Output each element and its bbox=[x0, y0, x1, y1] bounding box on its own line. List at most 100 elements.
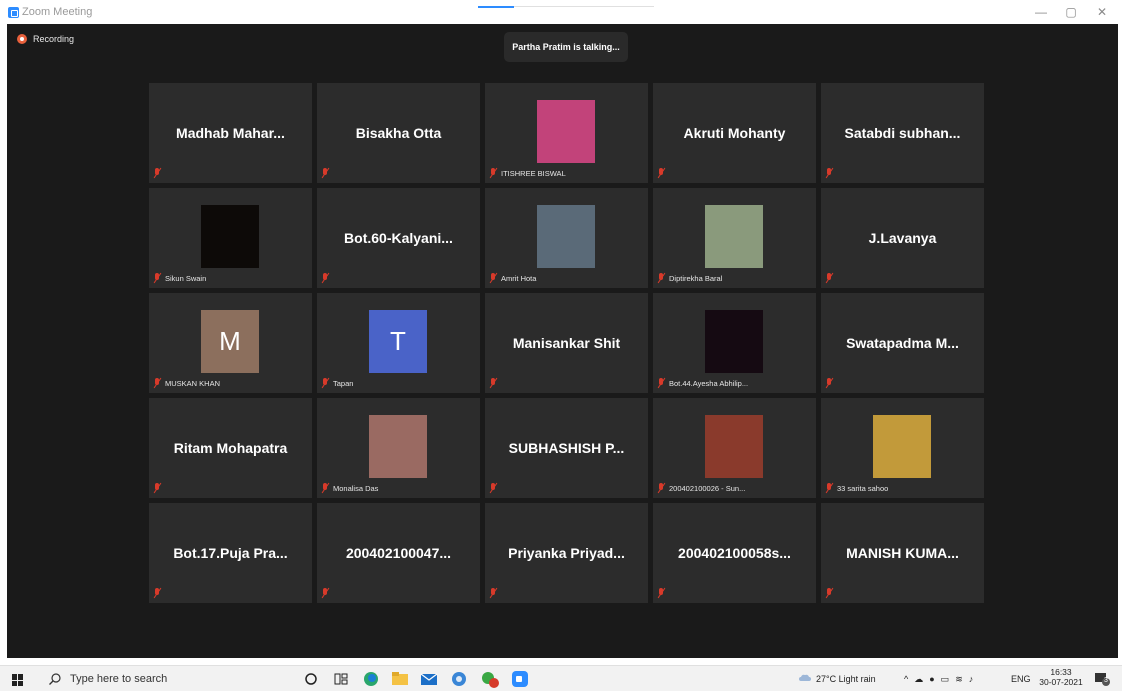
active-speaker-banner: Partha Pratim is talking... bbox=[504, 32, 628, 62]
participant-display-name: J.Lavanya bbox=[868, 230, 937, 246]
participant-caption: Diptirekha Baral bbox=[656, 273, 722, 284]
muted-microphone-icon bbox=[152, 588, 162, 599]
language-indicator[interactable]: ENG bbox=[1011, 674, 1031, 684]
zoom-icon[interactable] bbox=[511, 666, 529, 692]
volume-icon[interactable]: ♪ bbox=[969, 674, 974, 684]
participant-display-name: Satabdi subhan... bbox=[844, 125, 961, 141]
participant-display-name: 200402100047... bbox=[345, 545, 452, 561]
participant-video-thumbnail bbox=[537, 100, 595, 163]
muted-microphone-icon bbox=[488, 168, 498, 179]
participant-name-label: MUSKAN KHAN bbox=[165, 379, 221, 388]
notification-center-icon[interactable]: 3 bbox=[1094, 672, 1110, 686]
close-button[interactable]: ✕ bbox=[1092, 4, 1112, 20]
notification-count: 3 bbox=[1104, 677, 1108, 684]
wifi-icon[interactable]: ≋ bbox=[955, 674, 963, 685]
taskbar-search[interactable]: Type here to search bbox=[48, 669, 167, 689]
participant-name-label: Sikun Swain bbox=[165, 274, 207, 283]
participant-tile[interactable]: Diptirekha Baral bbox=[653, 188, 816, 288]
participant-caption bbox=[488, 588, 498, 599]
cloud-icon[interactable]: ☁ bbox=[914, 674, 923, 685]
edge-icon[interactable] bbox=[362, 666, 380, 692]
participant-caption: Tapan bbox=[320, 378, 353, 389]
participant-caption bbox=[152, 588, 162, 599]
participant-tile[interactable]: 200402100047... bbox=[317, 503, 480, 603]
battery-icon[interactable]: ▭ bbox=[941, 674, 950, 685]
participant-name-label: Bot.44.Ayesha Abhilip... bbox=[669, 379, 749, 388]
participant-tile[interactable]: T Tapan bbox=[317, 293, 480, 393]
cortana-circle-icon[interactable] bbox=[304, 666, 318, 692]
muted-microphone-icon bbox=[320, 168, 330, 179]
muted-microphone-icon bbox=[320, 483, 330, 494]
clock-time: 16:33 bbox=[1050, 667, 1072, 677]
participant-caption bbox=[320, 273, 330, 284]
participant-tile[interactable]: Bot.17.Puja Pra... bbox=[149, 503, 312, 603]
participant-tile[interactable]: Ritam Mohapatra bbox=[149, 398, 312, 498]
mail-icon[interactable] bbox=[420, 666, 438, 692]
recording-label: Recording bbox=[33, 34, 75, 44]
muted-microphone-icon bbox=[152, 168, 162, 179]
muted-microphone-icon bbox=[824, 378, 834, 389]
muted-microphone-icon bbox=[152, 483, 162, 494]
participant-tile[interactable]: Bot.60-Kalyani... bbox=[317, 188, 480, 288]
participant-tile[interactable]: Satabdi subhan... bbox=[821, 83, 984, 183]
participant-tile[interactable]: 33 sarita sahoo bbox=[821, 398, 984, 498]
participant-grid: Madhab Mahar... Bisakha Otta ITISHREE BISW… bbox=[149, 83, 984, 603]
rain-cloud-icon bbox=[799, 674, 811, 681]
meeting-view: Recording Partha Pratim is talking... Ma… bbox=[7, 24, 1118, 658]
participant-tile[interactable]: Manisankar Shit bbox=[485, 293, 648, 393]
muted-microphone-icon bbox=[488, 588, 498, 599]
search-icon bbox=[49, 673, 61, 685]
participant-display-name: MANISH KUMA... bbox=[846, 545, 959, 561]
participant-name-label: Tapan bbox=[333, 379, 354, 388]
participant-caption bbox=[656, 588, 666, 599]
muted-microphone-icon bbox=[488, 483, 498, 494]
participant-tile[interactable]: Bisakha Otta bbox=[317, 83, 480, 183]
minimize-button[interactable]: — bbox=[1031, 4, 1051, 20]
participant-tile[interactable]: Akruti Mohanty bbox=[653, 83, 816, 183]
participant-caption bbox=[656, 168, 666, 179]
chevron-up-icon[interactable]: ^ bbox=[904, 674, 908, 684]
participant-tile[interactable]: M MUSKAN KHAN bbox=[149, 293, 312, 393]
participant-caption: 33 sarita sahoo bbox=[824, 483, 888, 494]
muted-microphone-icon bbox=[656, 588, 666, 599]
muted-microphone-icon bbox=[656, 168, 666, 179]
participant-display-name: Swatapadma M... bbox=[846, 335, 959, 351]
microphone-icon[interactable]: ● bbox=[929, 674, 934, 684]
participant-tile[interactable]: MANISH KUMA... bbox=[821, 503, 984, 603]
participant-video-thumbnail bbox=[873, 415, 931, 478]
participant-name-label: 200402100026 - Sun... bbox=[669, 484, 746, 493]
restore-button[interactable]: ▢ bbox=[1061, 4, 1081, 20]
participant-name-label: Diptirekha Baral bbox=[669, 274, 723, 283]
muted-microphone-icon bbox=[824, 483, 834, 494]
chrome-icon[interactable] bbox=[450, 666, 468, 692]
participant-tile[interactable]: Amrit Hota bbox=[485, 188, 648, 288]
participant-video-thumbnail bbox=[201, 205, 259, 268]
participant-tile[interactable]: SUBHASHISH P... bbox=[485, 398, 648, 498]
participant-tile[interactable]: Monalisa Das bbox=[317, 398, 480, 498]
app-badge-icon[interactable] bbox=[480, 666, 500, 692]
participant-tile[interactable]: 200402100058s... bbox=[653, 503, 816, 603]
weather-widget[interactable]: 27°C Light rain bbox=[798, 666, 876, 692]
participant-tile[interactable]: Sikun Swain bbox=[149, 188, 312, 288]
participant-caption bbox=[824, 378, 834, 389]
participant-tile[interactable]: Bot.44.Ayesha Abhilip... bbox=[653, 293, 816, 393]
clock-date: 30-07-2021 bbox=[1039, 677, 1083, 687]
system-tray[interactable]: ^ ☁ ● ▭ ≋ ♪ bbox=[904, 666, 973, 692]
participant-tile[interactable]: Swatapadma M... bbox=[821, 293, 984, 393]
participant-tile[interactable]: J.Lavanya bbox=[821, 188, 984, 288]
participant-name-label: Amrit Hota bbox=[501, 274, 537, 283]
window-titlebar: Zoom Meeting — ▢ ✕ bbox=[0, 0, 1122, 24]
participant-tile[interactable]: ITISHREE BISWAL bbox=[485, 83, 648, 183]
participant-caption bbox=[320, 588, 330, 599]
participant-tile[interactable]: Priyanka Priyad... bbox=[485, 503, 648, 603]
clock[interactable]: 16:33 30-07-2021 bbox=[1038, 667, 1084, 687]
participant-tile[interactable]: Madhab Mahar... bbox=[149, 83, 312, 183]
participant-display-name: SUBHASHISH P... bbox=[508, 440, 625, 456]
recording-indicator[interactable]: Recording bbox=[17, 34, 74, 44]
task-view-icon[interactable] bbox=[334, 666, 348, 692]
muted-microphone-icon bbox=[656, 273, 666, 284]
muted-microphone-icon bbox=[152, 273, 162, 284]
file-explorer-icon[interactable] bbox=[391, 666, 409, 692]
start-button[interactable] bbox=[12, 674, 24, 686]
participant-tile[interactable]: 200402100026 - Sun... bbox=[653, 398, 816, 498]
